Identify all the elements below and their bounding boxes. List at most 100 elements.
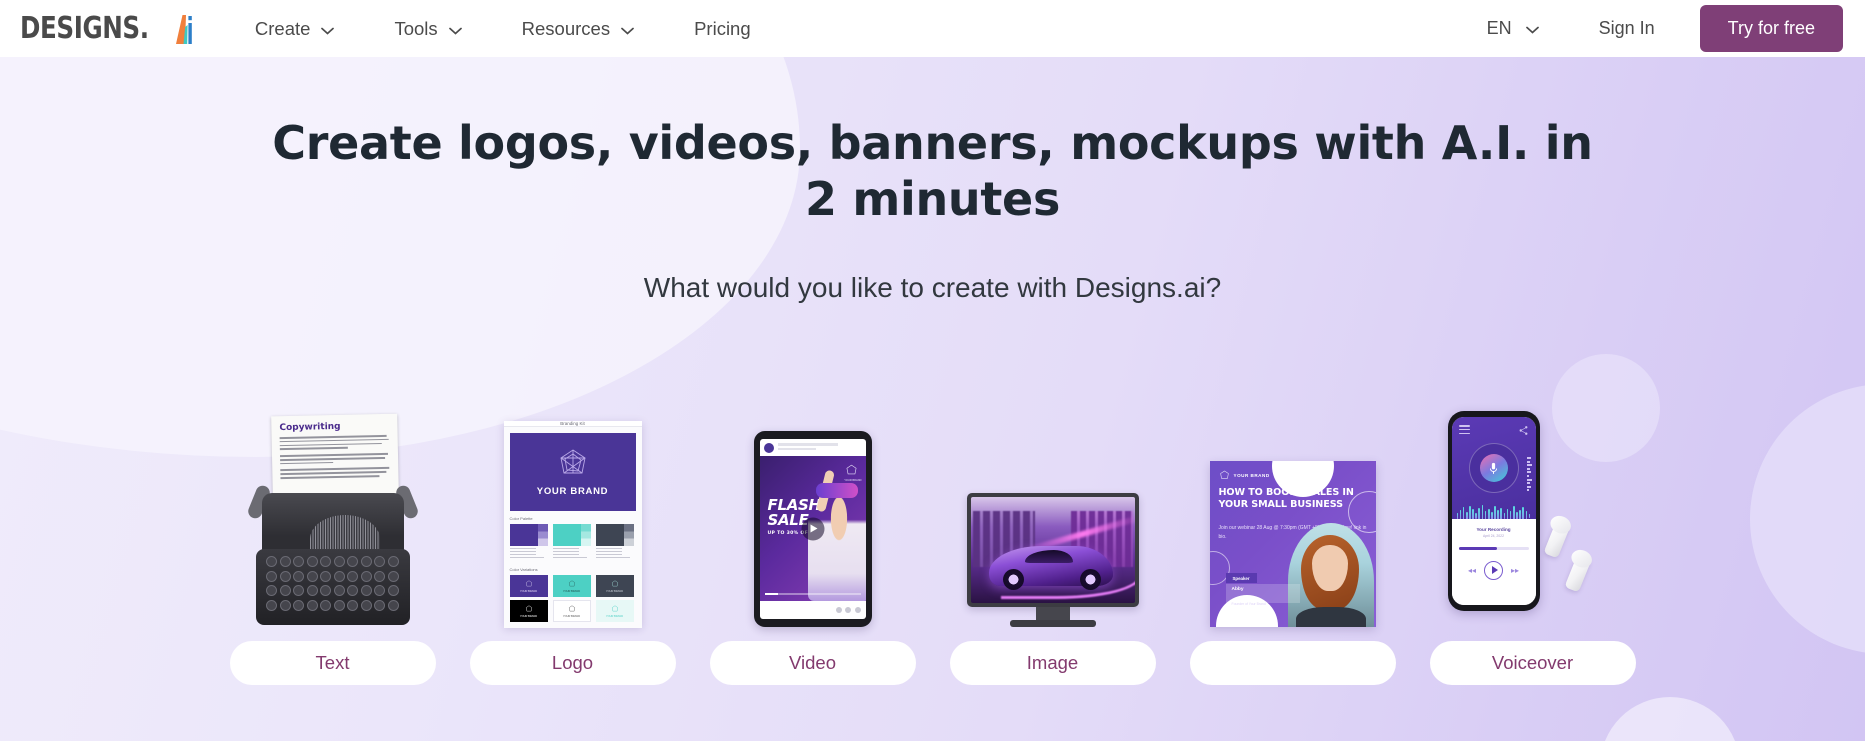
recording-date: April 24, 2022 (1483, 533, 1504, 538)
variation-tile: YOUR BRAND (509, 575, 548, 597)
chevron-down-icon (321, 18, 335, 40)
color-variations-row-2: YOUR BRAND YOUR BRAND YOUR BRAND (509, 600, 636, 622)
nav-item-label: Pricing (694, 17, 751, 39)
speaker-card: Abby Founder of Your Brand (1225, 584, 1300, 606)
typewriter-body (261, 493, 404, 555)
card-button-image[interactable]: Image (949, 641, 1156, 685)
nav-item-label: Resources (521, 17, 611, 39)
hero-section: Create logos, videos, banners, mockups w… (0, 57, 1865, 741)
language-selector[interactable]: EN (1487, 18, 1539, 39)
variation-tile: YOUR BRAND (552, 575, 591, 597)
nav-item-label: Create (254, 17, 311, 39)
video-post-frame: YOUR BRAND FLASH SALE UP TO 30% OFF (759, 456, 866, 601)
header-actions: EN Sign In Try for free (1487, 5, 1843, 52)
try-for-free-button[interactable]: Try for free (1699, 5, 1843, 52)
site-logo[interactable]: DESIGNS. (20, 9, 193, 49)
recorder-screen-bottom: Your Recording April 24, 2022 ◂◂ ▸▸ (1451, 518, 1536, 605)
social-post-header (760, 439, 866, 456)
swatch (509, 524, 548, 562)
monitor-stand-base (1009, 620, 1096, 627)
card-button-text[interactable]: Text (229, 641, 436, 685)
brand-tag: YOUR BRAND (1233, 473, 1270, 478)
decorative-circle-bottom (1600, 697, 1740, 741)
product-card-logo[interactable]: Branding Kit YOUR BRAND Color Palette Co… (453, 387, 693, 685)
card-button-unlabeled[interactable] (1189, 641, 1396, 685)
page-title: Create logos, videos, banners, mockups w… (272, 116, 1593, 227)
product-card-unlabeled[interactable]: YOUR BRAND HOW TO BOOST SALES IN YOUR SM… (1173, 387, 1413, 685)
branding-kit-illustration: Branding Kit YOUR BRAND Color Palette Co… (453, 387, 693, 628)
brand-logo-icon (846, 464, 856, 475)
swatch (595, 524, 634, 562)
brand-hero: YOUR BRAND (509, 433, 636, 511)
monitor-screen (970, 497, 1135, 603)
variation-tile: YOUR BRAND (595, 600, 634, 622)
forward-icon[interactable]: ▸▸ (1511, 566, 1519, 575)
swatch (552, 524, 591, 562)
language-label: EN (1486, 18, 1512, 38)
playback-controls: ◂◂ ▸▸ (1459, 560, 1529, 580)
brand-logo-icon (1219, 470, 1229, 479)
typewriter-illustration: Copywriting (213, 387, 453, 627)
hamburger-menu-icon[interactable] (1458, 425, 1470, 436)
brand-tag: YOUR BRAND (844, 479, 862, 482)
product-card-voiceover[interactable]: Your Recording April 24, 2022 ◂◂ ▸▸ Voic… (1413, 387, 1653, 685)
product-card-list: Copywriting Text Branding Kit YOUR BRAND… (0, 387, 1865, 685)
variation-tile: YOUR BRAND (595, 575, 634, 597)
palette-section-label: Color Palette (509, 516, 533, 521)
nav-item-label: Tools (394, 17, 438, 39)
nav-item-create[interactable]: Create (255, 18, 335, 40)
site-header: DESIGNS. Create Tools Resources Pricing … (0, 0, 1865, 57)
share-icon[interactable] (1518, 425, 1529, 436)
monitor-stand-neck (1035, 607, 1070, 620)
post-headline: HOW TO BOOST SALES IN YOUR SMALL BUSINES… (1218, 487, 1354, 511)
avatar (763, 442, 774, 453)
variation-tile: YOUR BRAND (552, 600, 591, 622)
product-card-image[interactable]: Image (933, 387, 1173, 685)
rewind-icon[interactable]: ◂◂ (1468, 566, 1476, 575)
earbud-icon (1542, 517, 1572, 559)
nav-item-tools[interactable]: Tools (394, 17, 462, 40)
variation-tile: YOUR BRAND (509, 600, 548, 622)
phone-illustration: Your Recording April 24, 2022 ◂◂ ▸▸ (1413, 387, 1653, 627)
paper-title: Copywriting (278, 421, 341, 434)
logo-wordmark: DESIGNS. (20, 10, 149, 46)
chevron-down-icon (1525, 18, 1539, 39)
copywriting-paper: Copywriting (270, 413, 399, 497)
social-post-footer (760, 601, 866, 619)
chevron-down-icon (448, 18, 462, 40)
card-button-video[interactable]: Video (709, 641, 916, 685)
hero-subtitle: What would you like to create with Desig… (643, 272, 1222, 303)
nav-item-pricing[interactable]: Pricing (694, 18, 751, 40)
color-variations-row-1: YOUR BRAND YOUR BRAND YOUR BRAND (509, 575, 636, 597)
sports-car (988, 546, 1113, 590)
variation-section-label: Color Variations (509, 567, 538, 572)
recording-title: Your Recording (1476, 526, 1511, 532)
play-button[interactable] (1484, 560, 1503, 580)
record-button[interactable] (1468, 443, 1519, 493)
product-card-text[interactable]: Copywriting Text (213, 387, 453, 685)
card-button-voiceover[interactable]: Voiceover (1429, 641, 1636, 685)
vr-headset (815, 483, 858, 498)
speaker-label: Speaker (1225, 573, 1257, 583)
monitor-illustration (933, 387, 1173, 627)
brand-name: YOUR BRAND (536, 486, 609, 497)
dot-icon (835, 607, 842, 613)
playback-progress[interactable] (1458, 546, 1529, 550)
speaker-role: Founder of Your Brand (1231, 602, 1266, 606)
dot-icon (845, 607, 851, 613)
card-button-logo[interactable]: Logo (469, 641, 676, 685)
social-post-illustration: YOUR BRAND HOW TO BOOST SALES IN YOUR SM… (1173, 387, 1413, 627)
recorder-screen-top (1451, 417, 1536, 527)
level-meter (1526, 457, 1532, 493)
brand-logo-icon (559, 449, 586, 474)
dot-icon (854, 607, 861, 613)
sign-in-link[interactable]: Sign In (1599, 18, 1655, 39)
product-card-video[interactable]: YOUR BRAND FLASH SALE UP TO 30% OFF Vide… (693, 387, 933, 685)
microphone-icon (1489, 462, 1498, 474)
nav-item-resources[interactable]: Resources (522, 18, 634, 40)
typewriter-keyboard (255, 549, 410, 625)
play-button[interactable] (801, 517, 824, 540)
brand-lockup: YOUR BRAND (1219, 470, 1270, 481)
speaker-name: Abby (1231, 587, 1244, 592)
video-progress-bar[interactable] (764, 593, 861, 595)
